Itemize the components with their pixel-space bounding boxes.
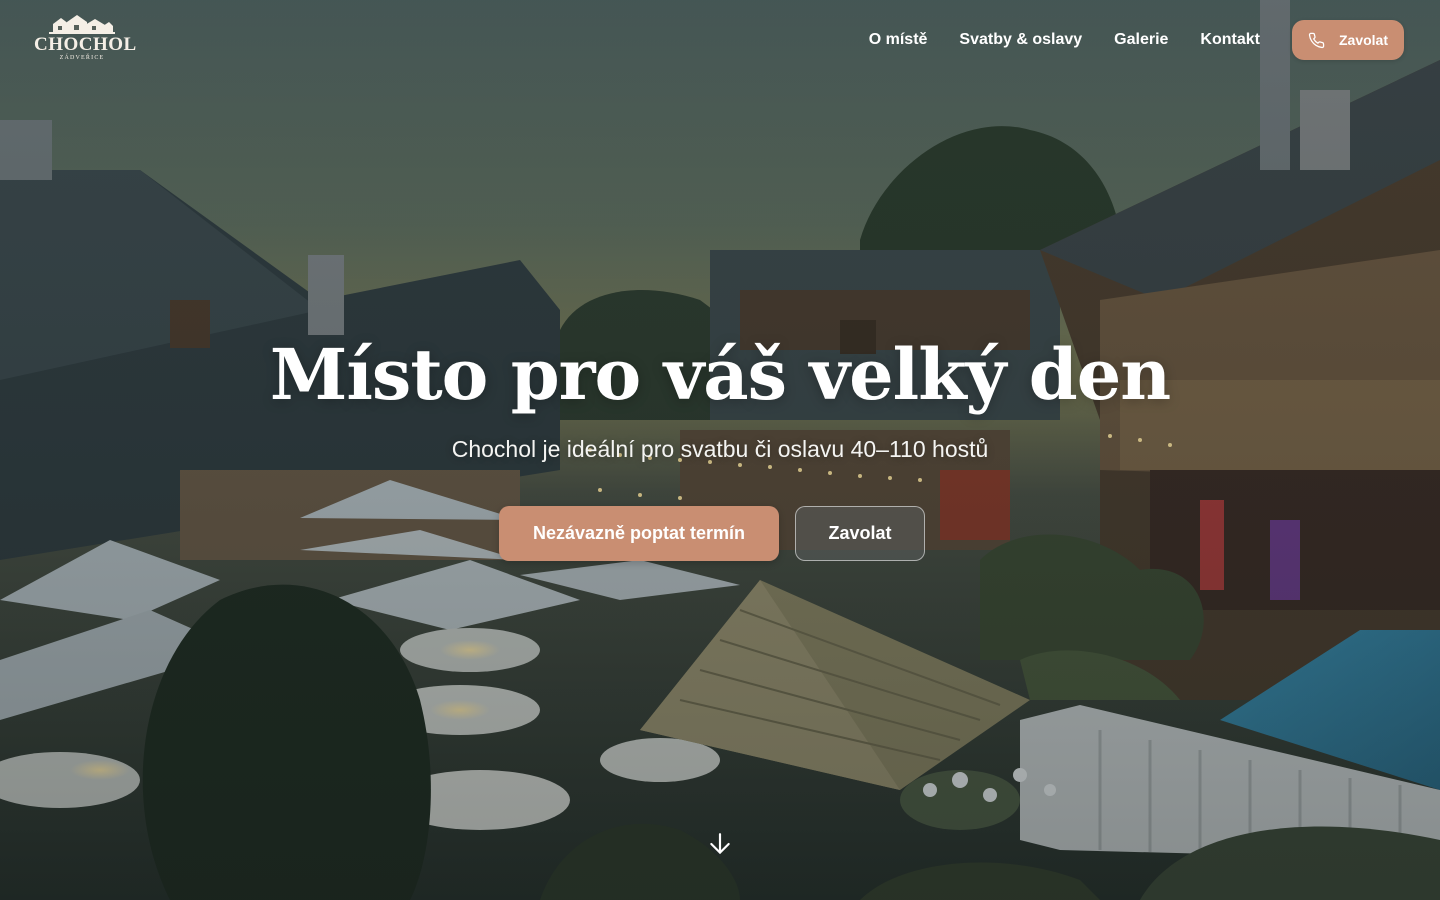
hero-cta-row: Nezávazně poptat termín Zavolat (0, 506, 1440, 561)
call-button[interactable]: Zavolat (795, 506, 925, 561)
logo-wordmark: CHOCHOL (34, 34, 137, 55)
nav-link-about[interactable]: O místě (869, 31, 928, 49)
nav-call-label: Zavolat (1338, 32, 1388, 48)
nav-link-weddings[interactable]: Svatby & oslavy (959, 31, 1082, 49)
hero-title: Místo pro váš velký den (269, 333, 1171, 416)
nav-call-button[interactable]: Zavolat (1291, 20, 1404, 60)
inquiry-button[interactable]: Nezávazně poptat termín (499, 506, 779, 561)
hero-subtitle: Chochol je ideální pro svatbu či oslavu … (451, 436, 989, 462)
logo[interactable]: CHOCHOL ZÁDVEŘICE (34, 14, 137, 68)
main-navigation: O místě Svatby & oslavy Galerie Kontakt … (869, 20, 1404, 60)
logo-house-icon (49, 15, 115, 34)
logo-subtitle: ZÁDVEŘICE (59, 55, 105, 61)
phone-icon (1308, 32, 1325, 49)
hero-section: CHOCHOL ZÁDVEŘICE O místě Svatby & oslav… (0, 0, 1440, 900)
nav-link-contact[interactable]: Kontakt (1200, 31, 1260, 49)
arrow-down-icon[interactable] (707, 831, 733, 857)
nav-link-gallery[interactable]: Galerie (1114, 31, 1168, 49)
